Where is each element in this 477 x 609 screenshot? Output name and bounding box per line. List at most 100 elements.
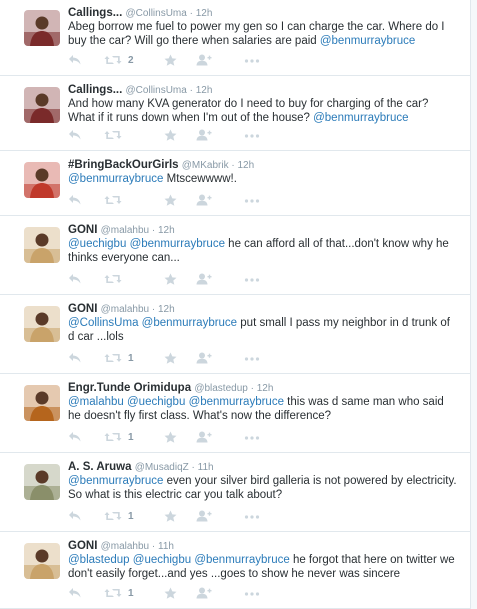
favorite-button[interactable] [164,510,177,524]
retweet-button[interactable] [104,194,122,208]
author-handle[interactable]: @CollinsUma [126,8,187,19]
favorite-button[interactable] [164,273,177,287]
author-fullname[interactable]: Engr.Tunde Orimidupa [68,382,191,394]
author-handle[interactable]: @blastedup [194,383,248,394]
favorite-button[interactable] [164,54,177,68]
more-button[interactable] [244,277,260,291]
mention-link[interactable]: @benmurraybruce [130,238,225,250]
more-button[interactable] [244,514,260,528]
tweet-item[interactable]: A. S. Aruwa @MusadiqZ · 11h @benmurraybru… [0,454,470,532]
follow-button[interactable] [196,352,212,366]
mention-link[interactable]: @benmurraybruce [142,317,237,329]
retweet-button[interactable]: 1 [104,352,134,366]
favorite-button[interactable] [164,587,177,601]
retweet-button[interactable]: 1 [104,510,134,524]
retweet-button[interactable]: 2 [104,54,134,68]
reply-button[interactable] [68,352,82,366]
reply-button[interactable] [68,194,82,208]
more-button[interactable] [244,591,260,605]
more-button[interactable] [244,133,260,147]
reply-button[interactable] [68,510,82,524]
author-handle[interactable]: @malahbu [101,304,150,315]
tweet-item[interactable]: GONI @malahbu · 12h @uechigbu @benmurrayb… [0,217,470,295]
author-handle[interactable]: @MKabrik [182,160,229,171]
more-button[interactable] [244,435,260,449]
avatar[interactable] [24,306,60,342]
reply-button[interactable] [68,587,82,601]
tweet-item[interactable]: Callings... @CollinsUma · 12h Abeg borrow… [0,0,470,76]
follow-button[interactable] [196,587,212,601]
author-handle[interactable]: @MusadiqZ [135,462,189,473]
tweet-text: @blastedup @uechigbu @benmurraybruce he … [68,553,458,581]
favorite-button[interactable] [164,194,177,208]
separator-dot: · [188,462,198,473]
author-handle[interactable]: @CollinsUma [126,85,187,96]
favorite-button[interactable] [164,352,177,366]
follow-button[interactable] [196,273,212,287]
mention-link[interactable]: @benmurraybruce [68,173,163,185]
tweet-timestamp[interactable]: 12h [196,85,213,96]
author-fullname[interactable]: A. S. Aruwa [68,461,131,473]
mention-link[interactable]: @benmurraybruce [320,35,415,47]
mention-link[interactable]: @CollinsUma [68,317,138,329]
mention-link[interactable]: @uechigbu [127,396,185,408]
tweet-item[interactable]: Engr.Tunde Orimidupa @blastedup · 12h @ma… [0,375,470,453]
favorite-button[interactable] [164,129,177,143]
tweet-item[interactable]: GONI @malahbu · 11h @blastedup @uechigbu … [0,533,470,609]
author-fullname[interactable]: Callings... [68,7,122,19]
reply-button[interactable] [68,129,82,143]
favorite-icon [164,194,177,207]
mention-link[interactable]: @benmurraybruce [68,475,163,487]
avatar[interactable] [24,385,60,421]
avatar[interactable] [24,464,60,500]
avatar[interactable] [24,227,60,263]
more-button[interactable] [244,198,260,212]
reply-button[interactable] [68,54,82,68]
avatar[interactable] [24,10,60,46]
tweet-timestamp[interactable]: 12h [238,160,255,171]
mention-link[interactable]: @malahbu [68,396,124,408]
tweet-timestamp[interactable]: 12h [257,383,274,394]
retweet-button[interactable]: 1 [104,587,134,601]
scrollbar[interactable] [471,0,477,609]
tweet-timestamp[interactable]: 12h [158,225,175,236]
reply-button[interactable] [68,273,82,287]
tweet-item[interactable]: Callings... @CollinsUma · 12h And how man… [0,77,470,151]
tweet-timestamp[interactable]: 11h [158,541,174,552]
reply-button[interactable] [68,431,82,445]
author-fullname[interactable]: GONI [68,540,97,552]
author-fullname[interactable]: GONI [68,224,97,236]
follow-button[interactable] [196,129,212,143]
retweet-button[interactable]: 1 [104,431,134,445]
tweet-timestamp[interactable]: 12h [158,304,175,315]
tweet-timestamp[interactable]: 12h [196,8,213,19]
tweet-item[interactable]: GONI @malahbu · 12h @CollinsUma @benmurra… [0,296,470,374]
author-fullname[interactable]: #BringBackOurGirls [68,159,179,171]
tweet-timestamp[interactable]: 11h [198,462,214,473]
mention-link[interactable]: @blastedup [68,554,130,566]
mention-link[interactable]: @benmurraybruce [194,554,289,566]
retweet-button[interactable] [104,273,122,287]
follow-button[interactable] [196,510,212,524]
tweet-item[interactable]: #BringBackOurGirls @MKabrik · 12h @benmur… [0,152,470,216]
author-handle[interactable]: @malahbu [101,541,150,552]
follow-button[interactable] [196,54,212,68]
author-fullname[interactable]: GONI [68,303,97,315]
avatar[interactable] [24,162,60,198]
avatar[interactable] [24,543,60,579]
mention-link[interactable]: @benmurraybruce [189,396,284,408]
retweet-button[interactable] [104,129,122,143]
follow-button[interactable] [196,431,212,445]
mention-link[interactable]: @benmurraybruce [313,112,408,124]
favorite-button[interactable] [164,431,177,445]
author-fullname[interactable]: Callings... [68,84,122,96]
favorite-icon [164,352,177,365]
avatar[interactable] [24,87,60,123]
more-button[interactable] [244,356,260,370]
more-button[interactable] [244,58,260,72]
retweet-icon [104,54,122,66]
mention-link[interactable]: @uechigbu [68,238,126,250]
follow-button[interactable] [196,194,212,208]
author-handle[interactable]: @malahbu [101,225,150,236]
mention-link[interactable]: @uechigbu [133,554,191,566]
